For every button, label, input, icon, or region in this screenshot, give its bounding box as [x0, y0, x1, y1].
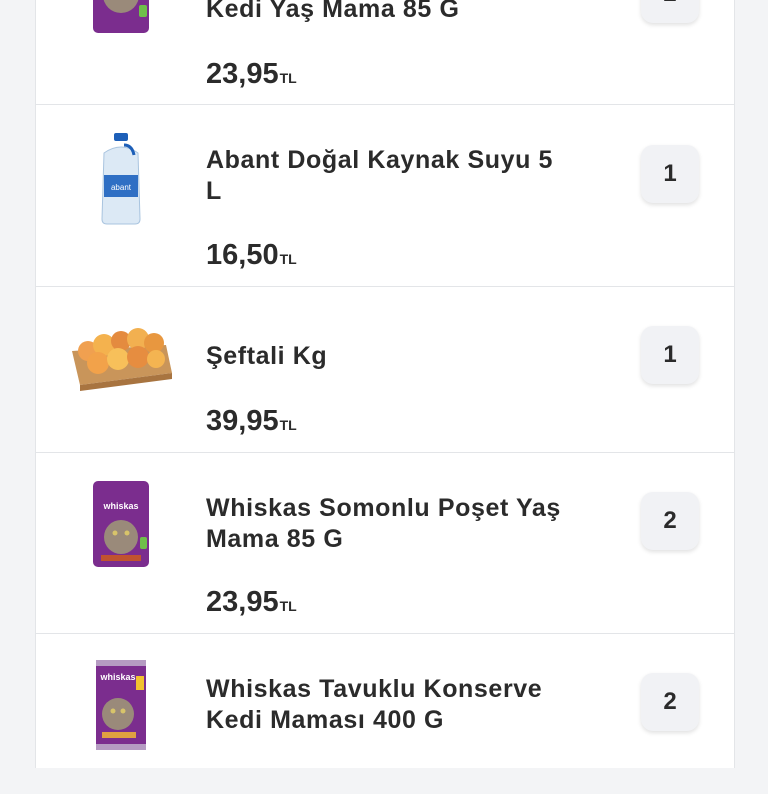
water-bottle-image: abant	[101, 133, 141, 225]
product-price: 23,95TL	[206, 586, 297, 618]
product-name: Whiskas Tavuklu Konserve Kedi Maması 400…	[206, 675, 543, 734]
list-item[interactable]: whiskas Whiskas Somonlu Poşet Yaş Mama 8…	[36, 453, 734, 634]
product-price: 23,95TL	[206, 58, 297, 90]
svg-text:abant: abant	[111, 183, 132, 192]
product-name: Şeftali Kg	[206, 342, 328, 370]
list-item[interactable]: Şeftali Kg 39,95TL 1	[36, 287, 734, 453]
quantity-button[interactable]: 2	[641, 492, 699, 550]
product-name: Whiskas Somonlu Poşet Yaş Mama 85 G	[206, 494, 561, 553]
product-name: Abant Doğal Kaynak Suyu 5 L	[206, 146, 554, 205]
list-item[interactable]: whiskas Whiskas Tavuklu Konserve Kedi Ma…	[36, 634, 734, 794]
quantity-button[interactable]: 1	[641, 145, 699, 203]
whiskas-can-image: whiskas	[96, 660, 146, 750]
whiskas-pouch-image	[93, 0, 149, 33]
product-list: Kedi Yaş Mama 85 G 23,95TL 2 abant Abant…	[35, 0, 735, 768]
quantity-button[interactable]: 2	[641, 0, 699, 23]
list-item[interactable]: Kedi Yaş Mama 85 G 23,95TL 2	[36, 0, 734, 105]
svg-text:whiskas: whiskas	[99, 672, 135, 682]
quantity-button[interactable]: 2	[641, 673, 699, 731]
whiskas-pouch-image: whiskas	[93, 481, 149, 567]
quantity-button[interactable]: 1	[641, 326, 699, 384]
svg-text:whiskas: whiskas	[102, 501, 138, 511]
product-name: Kedi Yaş Mama 85 G	[206, 0, 460, 23]
product-price: 16,50TL	[206, 239, 297, 271]
peach-crate-image	[72, 328, 172, 391]
product-price: 39,95TL	[206, 405, 297, 437]
list-item[interactable]: abant Abant Doğal Kaynak Suyu 5 L 16,50T…	[36, 105, 734, 287]
